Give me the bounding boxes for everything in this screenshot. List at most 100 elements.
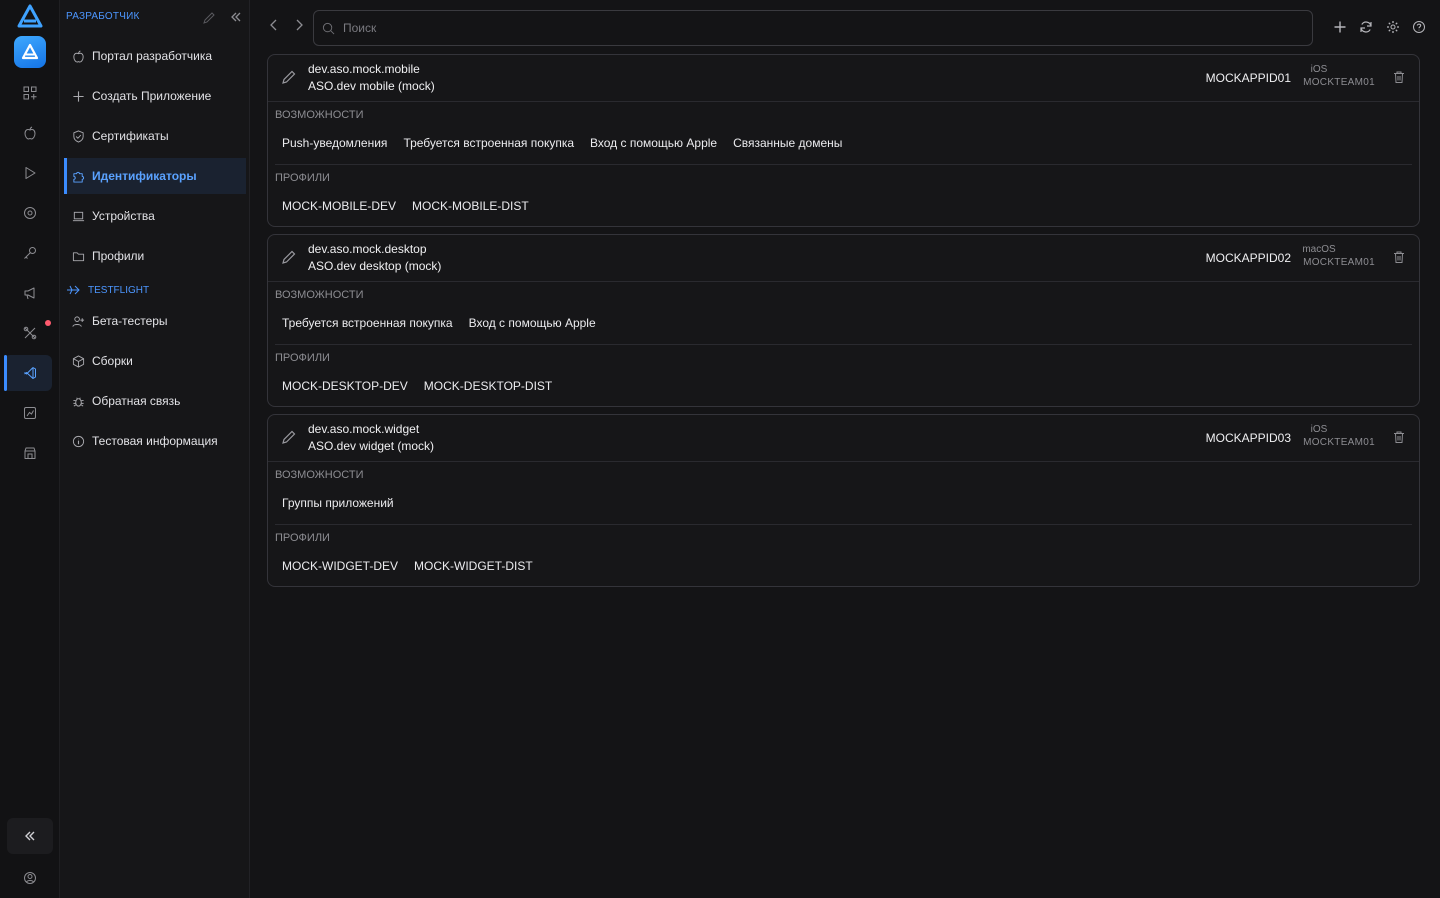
capabilities-label: ВОЗМОЖНОСТИ	[275, 469, 364, 481]
capabilities-label: ВОЗМОЖНОСТИ	[275, 289, 364, 301]
section-divider	[275, 344, 1412, 345]
profile-tag[interactable]: MOCK-WIDGET-DEV	[282, 559, 398, 573]
plane-icon	[67, 285, 80, 295]
sidebar: РАЗРАБОТЧИК Портал разработчика Создать …	[60, 0, 250, 898]
tools-icon[interactable]	[20, 323, 40, 343]
capability-tag: Push-уведомления	[282, 136, 388, 150]
sidebar-item-label: Обратная связь	[92, 394, 181, 408]
capabilities-label: ВОЗМОЖНОСТИ	[275, 109, 364, 121]
help-icon[interactable]	[1410, 18, 1428, 36]
sidebar-item-label: Тестовая информация	[92, 434, 218, 448]
sidebar-item-label: Сборки	[92, 354, 133, 368]
sidebar-item-label: Сертификаты	[92, 129, 169, 143]
capability-tag: Вход с помощью Apple	[468, 316, 596, 330]
edit-pencil-icon[interactable]	[202, 11, 216, 28]
team-id: MOCKTEAM01	[1303, 257, 1375, 268]
play-icon[interactable]	[20, 163, 40, 183]
sidebar-item-label: Портал разработчика	[92, 49, 213, 63]
delete-trash-icon[interactable]	[1392, 250, 1406, 267]
app-id: MOCKAPPID02	[1205, 251, 1291, 265]
shield-check-icon	[70, 128, 86, 144]
back-arrow-icon[interactable]	[267, 18, 281, 35]
search-input[interactable]	[343, 11, 1303, 45]
info-icon	[70, 433, 86, 449]
sidebar-item-label: Создать Приложение	[92, 89, 212, 103]
package-icon	[70, 353, 86, 369]
edit-pencil-icon[interactable]	[281, 429, 297, 448]
sidebar-item-developer-portal[interactable]: Портал разработчика	[64, 38, 246, 74]
apple-icon[interactable]	[20, 123, 40, 143]
sidebar-item-beta-testers[interactable]: Бета-тестеры	[64, 303, 246, 339]
search-icon	[322, 22, 335, 35]
app-name: ASO.dev widget (mock)	[308, 439, 435, 453]
chart-icon[interactable]	[20, 403, 40, 423]
platform-label: macOS	[1302, 244, 1336, 255]
capability-tag: Связанные домены	[733, 136, 843, 150]
capability-tag: Требуется встроенная покупка	[403, 136, 575, 150]
sidebar-item-devices[interactable]: Устройства	[64, 198, 246, 234]
store-icon[interactable]	[20, 443, 40, 463]
apps-grid-icon[interactable]	[20, 83, 40, 103]
bundle-id: dev.aso.mock.widget	[308, 422, 420, 436]
section-divider	[275, 524, 1412, 525]
vscode-icon[interactable]	[20, 363, 40, 383]
sidebar-item-test-info[interactable]: Тестовая информация	[64, 423, 246, 459]
platform-label: iOS	[1310, 64, 1328, 75]
apple-icon	[70, 48, 86, 64]
settings-gear-icon[interactable]	[1384, 18, 1402, 36]
sidebar-item-label: Идентификаторы	[92, 169, 197, 183]
user-plus-icon	[70, 313, 86, 329]
plus-icon	[70, 88, 86, 104]
profile-tag[interactable]: MOCK-MOBILE-DEV	[282, 199, 396, 213]
sidebar-item-label: Бета-тестеры	[92, 314, 168, 328]
profiles-list: MOCK-MOBILE-DEV MOCK-MOBILE-DIST	[282, 199, 529, 213]
rail-active-indicator	[4, 355, 7, 391]
bundle-id: dev.aso.mock.desktop	[308, 242, 427, 256]
profile-tag[interactable]: MOCK-DESKTOP-DIST	[424, 379, 552, 393]
sidebar-item-create-app[interactable]: Создать Приложение	[64, 78, 246, 114]
capability-tag: Группы приложений	[282, 496, 394, 510]
identifier-card: dev.aso.mock.mobile ASO.dev mobile (mock…	[267, 54, 1420, 227]
forward-arrow-icon[interactable]	[292, 18, 306, 35]
capability-tag: Вход с помощью Apple	[590, 136, 718, 150]
collapse-sidebar-icon[interactable]	[229, 10, 243, 27]
aso-logo-icon[interactable]	[17, 4, 43, 28]
sidebar-item-profiles[interactable]: Профили	[64, 238, 246, 274]
profiles-label: ПРОФИЛИ	[275, 532, 330, 544]
bug-icon	[70, 393, 86, 409]
rail-collapse-button[interactable]	[7, 818, 53, 854]
capabilities-list: Push-уведомления Требуется встроенная по…	[282, 136, 842, 150]
key-icon[interactable]	[20, 243, 40, 263]
user-circle-icon[interactable]	[20, 868, 40, 888]
profiles-list: MOCK-DESKTOP-DEV MOCK-DESKTOP-DIST	[282, 379, 552, 393]
sidebar-item-label: Устройства	[92, 209, 155, 223]
refresh-icon[interactable]	[1357, 18, 1375, 36]
app-id: MOCKAPPID03	[1205, 431, 1291, 445]
add-icon[interactable]	[1331, 18, 1349, 36]
search-bar	[313, 10, 1313, 46]
profile-tag[interactable]: MOCK-DESKTOP-DEV	[282, 379, 408, 393]
delete-trash-icon[interactable]	[1392, 430, 1406, 447]
sidebar-item-identifiers[interactable]: Идентификаторы	[64, 158, 246, 194]
identifier-card-header: dev.aso.mock.widget ASO.dev widget (mock…	[268, 415, 1419, 462]
edit-pencil-icon[interactable]	[281, 249, 297, 268]
app-store-icon[interactable]	[14, 36, 46, 68]
profile-tag[interactable]: MOCK-WIDGET-DIST	[414, 559, 533, 573]
edit-pencil-icon[interactable]	[281, 69, 297, 88]
puzzle-icon	[70, 168, 86, 184]
profile-tag[interactable]: MOCK-MOBILE-DIST	[412, 199, 529, 213]
laptop-icon	[70, 208, 86, 224]
team-id: MOCKTEAM01	[1303, 77, 1375, 88]
target-icon[interactable]	[20, 203, 40, 223]
profiles-label: ПРОФИЛИ	[275, 172, 330, 184]
sidebar-item-builds[interactable]: Сборки	[64, 343, 246, 379]
delete-trash-icon[interactable]	[1392, 70, 1406, 87]
sidebar-item-feedback[interactable]: Обратная связь	[64, 383, 246, 419]
megaphone-icon[interactable]	[20, 283, 40, 303]
team-id: MOCKTEAM01	[1303, 437, 1375, 448]
identifier-card-header: dev.aso.mock.desktop ASO.dev desktop (mo…	[268, 235, 1419, 282]
sidebar-item-certificates[interactable]: Сертификаты	[64, 118, 246, 154]
capabilities-list: Группы приложений	[282, 496, 394, 510]
icon-rail	[0, 0, 60, 898]
app-name: ASO.dev desktop (mock)	[308, 259, 442, 273]
